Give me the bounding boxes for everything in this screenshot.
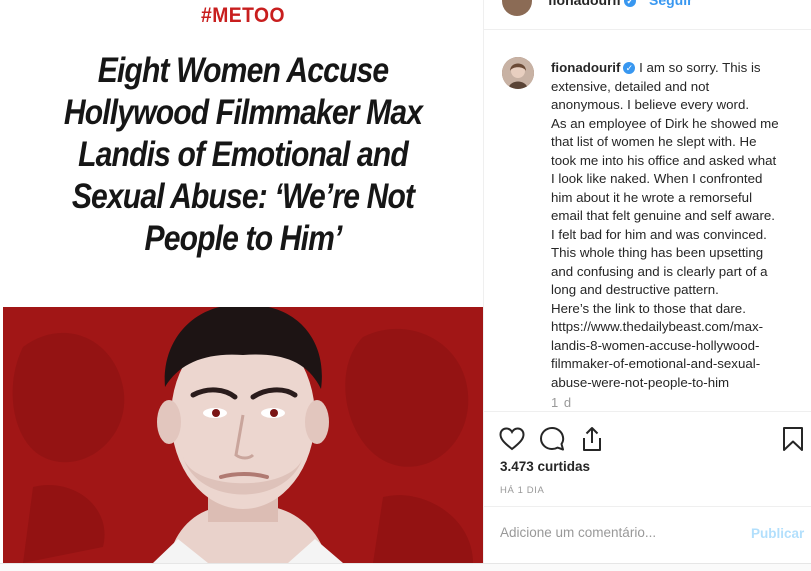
caption-avatar[interactable] — [502, 57, 534, 89]
instagram-post-view: #METOO Eight Women Accuse Hollywood Film… — [0, 0, 811, 571]
verified-badge-icon: ✓ — [623, 62, 636, 74]
caption-timestamp[interactable]: 1 d — [551, 395, 572, 410]
share-button[interactable] — [578, 425, 606, 453]
comments-scroll-area[interactable]: fionadourif ✓ I am so sorry. This is exte… — [484, 31, 811, 411]
avatar-photo — [502, 57, 534, 89]
comment-button[interactable] — [538, 425, 566, 453]
headline-line: Sexual Abuse: ‘We’re Not — [71, 177, 415, 216]
post-sidebar: fionadourif ✓ Seguir fionadourif ✓ I am so… — [483, 0, 811, 563]
image-hashtag: #METOO — [200, 4, 285, 27]
caption-line: This whole thing has been upsetting — [551, 245, 764, 260]
headline-line: People to Him’ — [144, 219, 342, 258]
caption-line: Here’s the link to those that dare. — [551, 300, 746, 316]
avatar[interactable] — [502, 0, 532, 16]
share-icon — [583, 427, 601, 451]
headline-line: Eight Women Accuse — [97, 51, 389, 90]
caption-line: long and destructive pattern. — [551, 282, 719, 297]
caption-line: took me into his office and asked what — [551, 152, 777, 168]
caption-text: I am so sorry. This is — [635, 60, 761, 75]
post-image[interactable]: #METOO Eight Women Accuse Hollywood Film… — [3, 0, 483, 563]
portrait-illustration — [3, 307, 483, 563]
caption-link-line[interactable]: https://www.thedailybeast.com/max- — [551, 318, 801, 337]
caption-link-line[interactable]: abuse-were-not-people-to-him — [551, 374, 801, 393]
caption-link-line[interactable]: filmmaker-of-emotional-and-sexual- — [551, 355, 801, 374]
header-username[interactable]: fionadourif ✓ — [548, 0, 637, 8]
image-headline: Eight Women Accuse Hollywood Filmmaker M… — [54, 50, 432, 260]
caption-line: extensive, detailed and not — [551, 78, 710, 94]
publish-button[interactable]: Publicar — [751, 526, 804, 541]
portrait-photo — [3, 307, 483, 563]
post-date[interactable]: HÁ 1 DIA — [500, 485, 544, 496]
add-comment-form: Publicar — [484, 506, 811, 563]
comment-input[interactable] — [500, 525, 730, 540]
bottom-edge — [0, 563, 811, 571]
headline-line: Hollywood Filmmaker Max — [63, 93, 423, 132]
likes-count[interactable]: 3.473 curtidas — [500, 459, 590, 474]
caption-line: I felt bad for him and was convinced. — [551, 226, 767, 242]
caption-line: him about it he wrote a remorseful — [551, 189, 753, 205]
caption-line: I look like naked. When I confronted — [551, 171, 763, 186]
caption-link-line[interactable]: landis-8-women-accuse-hollywood- — [551, 337, 801, 356]
heart-icon — [499, 427, 525, 451]
comment-icon — [540, 427, 565, 451]
caption-username[interactable]: fionadourif — [551, 60, 620, 75]
caption-line: fionadourif ✓ I am so sorry. This is — [551, 59, 801, 78]
bookmark-icon — [783, 427, 803, 451]
like-button[interactable] — [498, 425, 526, 453]
caption-line: that list of women he slept with. He — [551, 134, 757, 149]
follow-button[interactable]: Seguir — [649, 0, 693, 8]
username-text: fionadourif — [548, 0, 622, 8]
post-actions: 3.473 curtidas HÁ 1 DIA — [484, 411, 811, 511]
caption-line: and confusing and is clearly part of a — [551, 263, 768, 279]
post-header: fionadourif ✓ Seguir — [484, 0, 811, 30]
caption-line: As an employee of Dirk he showed me — [551, 115, 779, 131]
save-button[interactable] — [779, 425, 807, 453]
caption-line: email that felt genuine and self aware. — [551, 208, 775, 223]
caption-line: anonymous. I believe every word. — [551, 97, 750, 112]
verified-badge-icon: ✓ — [624, 0, 637, 7]
headline-line: Landis of Emotional and — [78, 135, 409, 174]
post-caption: fionadourif ✓ I am so sorry. This is exte… — [551, 59, 801, 392]
